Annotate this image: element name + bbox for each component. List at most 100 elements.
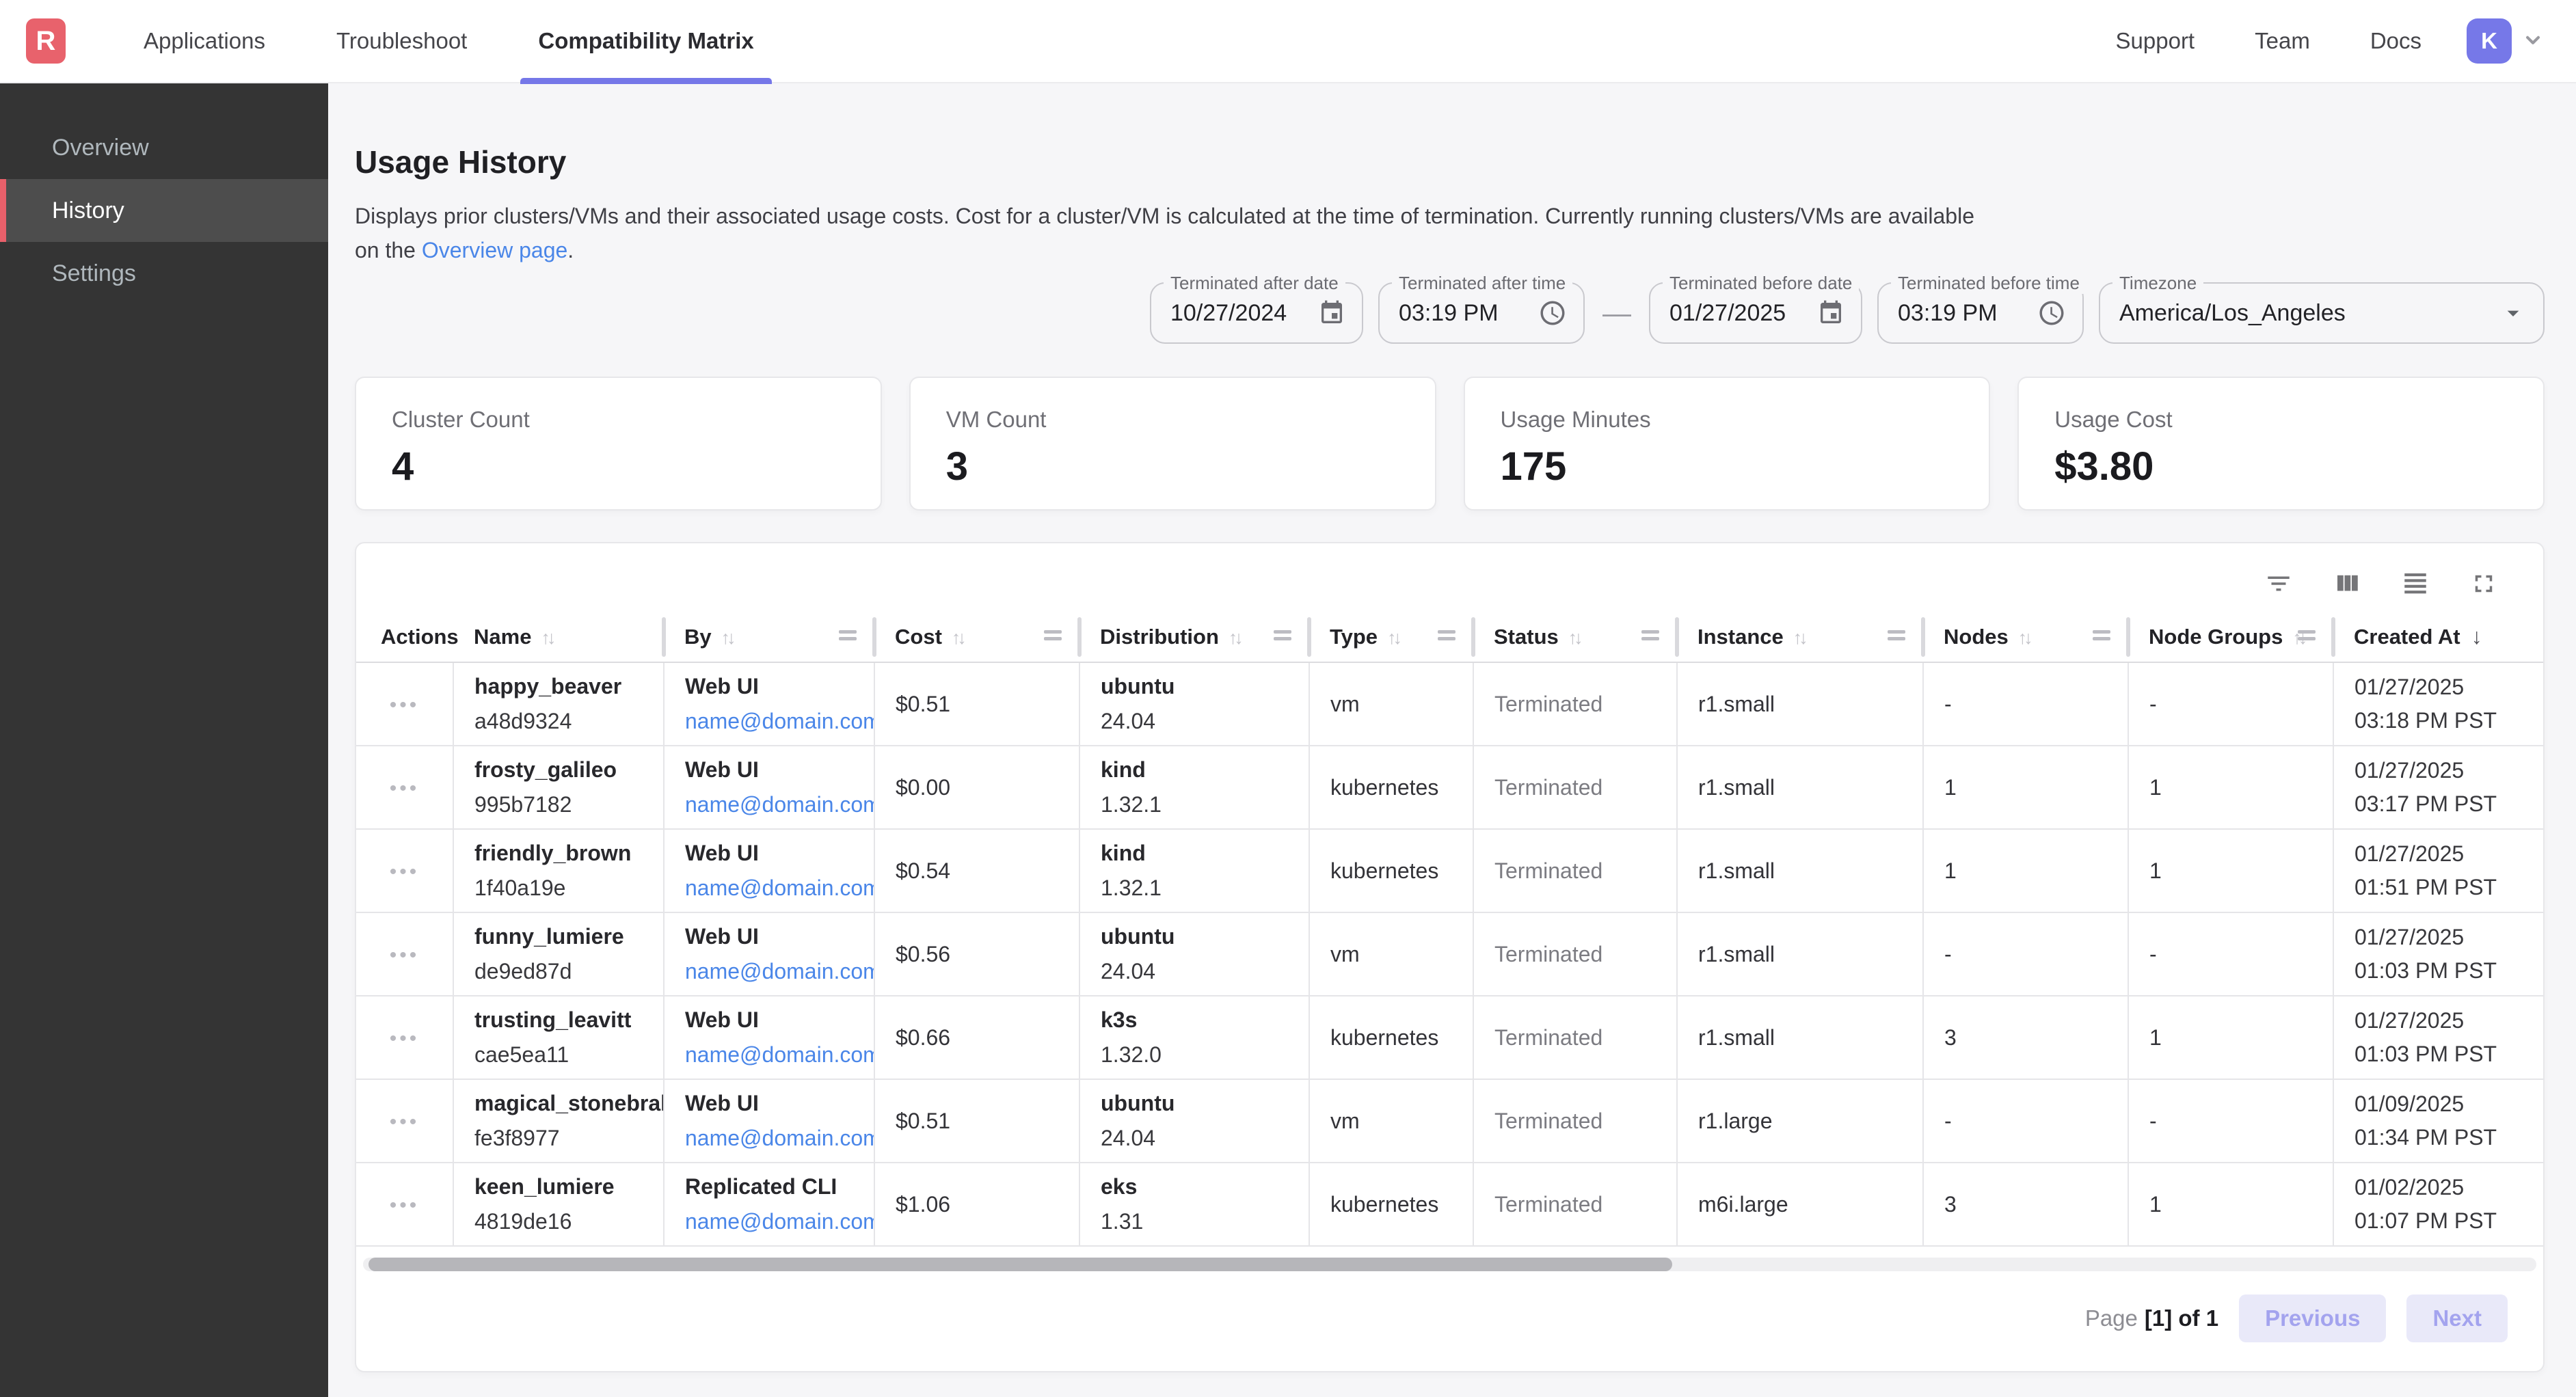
by-email-link[interactable]: name@domain.com bbox=[685, 1209, 867, 1234]
created-at-cell: 01/27/202501:03 PM PST bbox=[2333, 912, 2545, 996]
timezone-select[interactable]: Timezone America/Los_Angeles bbox=[2099, 282, 2545, 344]
previous-page-button[interactable]: Previous bbox=[2239, 1294, 2386, 1342]
column-menu-icon[interactable] bbox=[839, 630, 857, 634]
row-actions-menu-icon[interactable]: ••• bbox=[390, 1194, 420, 1217]
nav-link-support[interactable]: Support bbox=[2086, 28, 2225, 54]
by-email-link[interactable]: name@domain.com bbox=[685, 959, 867, 984]
stat-vm-count: VM Count 3 bbox=[909, 377, 1436, 511]
column-menu-icon[interactable] bbox=[1641, 630, 1659, 634]
sort-icon[interactable]: ↑↓ bbox=[541, 627, 552, 648]
status-badge: Terminated bbox=[1494, 692, 1602, 716]
column-header-by[interactable]: By↑↓ bbox=[664, 612, 874, 662]
distribution-version: 1.32.1 bbox=[1101, 792, 1302, 817]
density-icon[interactable] bbox=[2401, 569, 2430, 598]
column-header-name[interactable]: Name↑↓ bbox=[453, 612, 664, 662]
clock-icon[interactable] bbox=[2037, 299, 2066, 327]
row-actions-menu-icon[interactable]: ••• bbox=[390, 1027, 420, 1050]
column-header-nodes[interactable]: Nodes↑↓ bbox=[1923, 612, 2128, 662]
created-at-cell: 01/27/202503:18 PM PST bbox=[2333, 662, 2545, 746]
filter-icon[interactable] bbox=[2264, 569, 2293, 598]
column-header-cost[interactable]: Cost↑↓ bbox=[874, 612, 1079, 662]
terminated-before-date-field[interactable]: Terminated before date 01/27/2025 bbox=[1649, 282, 1862, 344]
horizontal-scrollbar-thumb[interactable] bbox=[368, 1258, 1672, 1271]
terminated-before-time-field[interactable]: Terminated before time 03:19 PM bbox=[1877, 282, 2084, 344]
account-menu[interactable]: K bbox=[2467, 18, 2546, 64]
row-actions-menu-icon[interactable]: ••• bbox=[390, 777, 420, 800]
clock-icon[interactable] bbox=[1538, 299, 1567, 327]
name-cell: trusting_leavittcae5ea11 bbox=[453, 996, 664, 1079]
tab-compatibility-matrix[interactable]: Compatibility Matrix bbox=[502, 0, 789, 83]
column-menu-icon[interactable] bbox=[1438, 630, 1455, 634]
cluster-name: friendly_brown bbox=[474, 841, 656, 866]
row-actions-menu-icon[interactable]: ••• bbox=[390, 1111, 420, 1133]
avatar[interactable]: K bbox=[2467, 18, 2512, 64]
next-page-button[interactable]: Next bbox=[2406, 1294, 2508, 1342]
fullscreen-icon[interactable] bbox=[2469, 569, 2498, 598]
terminated-before-time-value[interactable]: 03:19 PM bbox=[1898, 300, 1998, 327]
nav-link-docs[interactable]: Docs bbox=[2340, 28, 2452, 54]
distribution-version: 1.32.0 bbox=[1101, 1042, 1302, 1068]
status-badge: Terminated bbox=[1494, 1109, 1602, 1133]
column-header-distribution[interactable]: Distribution↑↓ bbox=[1079, 612, 1309, 662]
column-menu-icon[interactable] bbox=[2298, 630, 2316, 634]
terminated-before-date-value[interactable]: 01/27/2025 bbox=[1669, 300, 1786, 327]
stat-usage-cost: Usage Cost $3.80 bbox=[2017, 377, 2545, 511]
terminated-after-date-value[interactable]: 10/27/2024 bbox=[1170, 300, 1287, 327]
columns-icon[interactable] bbox=[2333, 569, 2361, 598]
table-row: ••• keen_lumiere4819de16 Replicated CLIn… bbox=[356, 1163, 2545, 1246]
calendar-icon[interactable] bbox=[1817, 299, 1844, 327]
instance-cell: r1.small bbox=[1677, 746, 1923, 829]
by-email-link[interactable]: name@domain.com bbox=[685, 1042, 867, 1068]
column-header-created-at[interactable]: Created At↓ bbox=[2333, 612, 2545, 662]
sidebar-item-settings[interactable]: Settings bbox=[0, 242, 328, 305]
sort-icon[interactable]: ↑↓ bbox=[1387, 627, 1399, 648]
column-menu-icon[interactable] bbox=[1888, 630, 1905, 634]
distribution-name: k3s bbox=[1101, 1007, 1302, 1033]
sort-desc-icon[interactable]: ↓ bbox=[2471, 624, 2482, 649]
terminated-after-time-field[interactable]: Terminated after time 03:19 PM bbox=[1378, 282, 1585, 344]
timezone-value[interactable]: America/Los_Angeles bbox=[2119, 300, 2346, 327]
sort-icon[interactable]: ↑↓ bbox=[721, 627, 733, 648]
by-email-link[interactable]: name@domain.com bbox=[685, 709, 867, 734]
cluster-id: de9ed87d bbox=[474, 959, 656, 984]
status-cell: Terminated bbox=[1473, 746, 1677, 829]
dropdown-arrow-icon[interactable] bbox=[2499, 299, 2527, 327]
replicated-logo[interactable]: R bbox=[26, 18, 66, 64]
stat-value: 175 bbox=[1501, 444, 1989, 489]
column-menu-icon[interactable] bbox=[1274, 630, 1291, 634]
column-header-instance[interactable]: Instance↑↓ bbox=[1677, 612, 1923, 662]
cluster-name: happy_beaver bbox=[474, 674, 656, 699]
column-menu-icon[interactable] bbox=[2093, 630, 2110, 634]
column-header-node-groups[interactable]: Node Groups↑↓ bbox=[2128, 612, 2333, 662]
column-menu-icon[interactable] bbox=[1044, 630, 1062, 634]
distribution-version: 24.04 bbox=[1101, 959, 1302, 984]
row-actions-menu-icon[interactable]: ••• bbox=[390, 694, 420, 716]
calendar-icon[interactable] bbox=[1318, 299, 1345, 327]
tab-applications[interactable]: Applications bbox=[108, 0, 301, 83]
cost-cell: $0.51 bbox=[874, 662, 1079, 746]
sort-icon[interactable]: ↑↓ bbox=[952, 627, 963, 648]
instance-cell: m6i.large bbox=[1677, 1163, 1923, 1246]
sort-icon[interactable]: ↑↓ bbox=[1229, 627, 1240, 648]
sort-icon[interactable]: ↑↓ bbox=[1568, 627, 1580, 648]
created-date: 01/27/2025 bbox=[2354, 841, 2545, 867]
column-header-status[interactable]: Status↑↓ bbox=[1473, 612, 1677, 662]
by-email-link[interactable]: name@domain.com bbox=[685, 876, 867, 901]
horizontal-scrollbar-track[interactable] bbox=[363, 1258, 2536, 1271]
sort-icon[interactable]: ↑↓ bbox=[2018, 627, 2030, 648]
column-header-type[interactable]: Type↑↓ bbox=[1309, 612, 1473, 662]
sort-icon[interactable]: ↑↓ bbox=[1793, 627, 1805, 648]
row-actions-menu-icon[interactable]: ••• bbox=[390, 860, 420, 883]
by-email-link[interactable]: name@domain.com bbox=[685, 792, 867, 817]
nav-link-team[interactable]: Team bbox=[2225, 28, 2340, 54]
overview-page-link[interactable]: Overview page bbox=[422, 238, 567, 262]
status-cell: Terminated bbox=[1473, 912, 1677, 996]
sidebar-item-overview[interactable]: Overview bbox=[0, 116, 328, 179]
terminated-after-date-field[interactable]: Terminated after date 10/27/2024 bbox=[1150, 282, 1363, 344]
row-actions-menu-icon[interactable]: ••• bbox=[390, 944, 420, 966]
sidebar-item-history[interactable]: History bbox=[0, 179, 328, 242]
terminated-after-time-value[interactable]: 03:19 PM bbox=[1399, 300, 1499, 327]
by-email-link[interactable]: name@domain.com bbox=[685, 1126, 867, 1151]
created-time: 01:34 PM PST bbox=[2354, 1125, 2545, 1150]
tab-troubleshoot[interactable]: Troubleshoot bbox=[301, 0, 502, 83]
